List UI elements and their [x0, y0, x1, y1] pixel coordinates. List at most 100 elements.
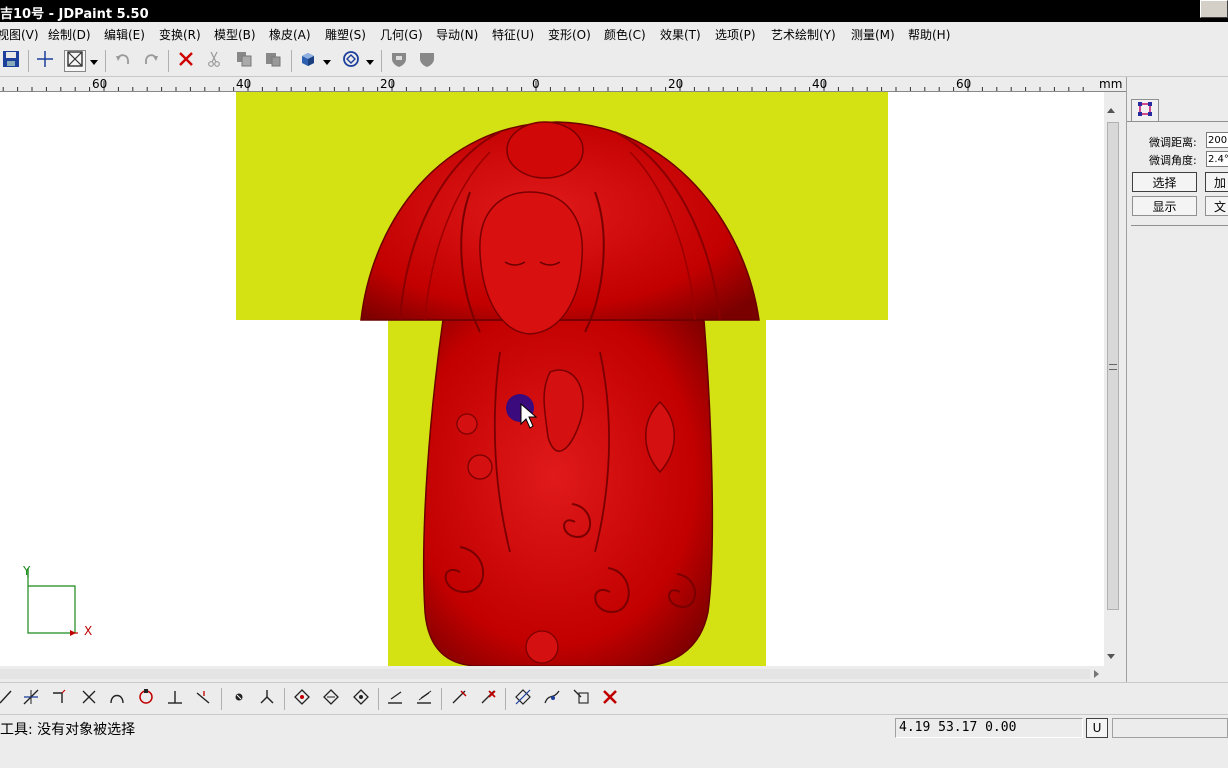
copy-button[interactable]	[233, 50, 255, 72]
line-tool-button[interactable]	[0, 688, 16, 710]
zoom-dropdown-button[interactable]	[88, 50, 100, 72]
cut-button[interactable]	[203, 50, 225, 72]
fine-angle-input[interactable]	[1206, 151, 1228, 167]
shield-left-button[interactable]	[388, 50, 410, 72]
scroll-track[interactable]	[0, 669, 1090, 679]
ruler-label: 40	[236, 77, 252, 91]
zoom-window-button[interactable]	[64, 50, 86, 72]
menu-sculpt[interactable]: 雕塑(S)	[325, 26, 366, 43]
paste-icon	[264, 50, 282, 72]
menu-transform[interactable]: 变换(R)	[159, 26, 201, 43]
save-icon	[2, 50, 20, 72]
multi-offset-icon	[415, 688, 433, 710]
menu-options[interactable]: 选项(P)	[715, 26, 756, 43]
menu-art-draw[interactable]: 艺术绘制(Y)	[771, 26, 836, 43]
diamond-tool-1-button[interactable]	[291, 688, 313, 710]
save-button[interactable]	[0, 50, 22, 72]
rotate-view-button[interactable]	[340, 50, 362, 72]
arc-tool-button[interactable]	[106, 688, 128, 710]
delete-x-icon	[177, 50, 195, 72]
show-button[interactable]: 显示	[1132, 196, 1197, 216]
status-extra-field	[1112, 718, 1228, 738]
drawing-canvas[interactable]: Y X	[0, 92, 1104, 666]
branch-tool-button[interactable]	[256, 688, 278, 710]
menu-model[interactable]: 模型(B)	[214, 26, 256, 43]
menu-guide[interactable]: 导动(N)	[436, 26, 478, 43]
cross-trim-button[interactable]	[78, 688, 100, 710]
scroll-down-arrow-icon[interactable]	[1107, 654, 1115, 659]
shield-right-button[interactable]	[416, 50, 438, 72]
menu-measure[interactable]: 测量(M)	[851, 26, 895, 43]
relief-model-view	[27, 92, 888, 666]
toolbar-separator	[291, 50, 292, 72]
offset-icon	[386, 688, 404, 710]
diamond-tool-3-button[interactable]	[350, 688, 372, 710]
menu-edit[interactable]: 编辑(E)	[104, 26, 145, 43]
menu-deform[interactable]: 变形(O)	[548, 26, 591, 43]
rotate-dropdown-button[interactable]	[364, 50, 376, 72]
diamond-tool-2-button[interactable]	[320, 688, 342, 710]
edit-text-tool-button[interactable]	[570, 688, 592, 710]
status-bar: 工具: 没有对象被选择 4.19 53.17 0.00 U	[0, 714, 1228, 768]
panel-tab[interactable]	[1131, 99, 1159, 121]
axis-y-label: Y	[23, 564, 31, 578]
view-3d-button[interactable]	[297, 50, 319, 72]
node-icon	[230, 688, 248, 710]
scroll-thumb-grip-icon	[1109, 364, 1117, 370]
horizontal-scrollbar[interactable]	[0, 666, 1104, 682]
main-toolbar	[0, 44, 1228, 77]
coordinate-readout: 4.19 53.17 0.00	[895, 718, 1083, 738]
menu-effect[interactable]: 效果(T)	[660, 26, 701, 43]
menu-view[interactable]: 视图(V)	[0, 26, 39, 43]
delete-node-button[interactable]	[599, 688, 621, 710]
window-restore-button[interactable]	[1200, 0, 1228, 18]
menu-feature[interactable]: 特征(U)	[492, 26, 534, 43]
node-tool-button[interactable]	[228, 688, 250, 710]
offset-tool-button[interactable]	[384, 688, 406, 710]
redo-button[interactable]	[140, 50, 162, 72]
add-button[interactable]: 加	[1205, 172, 1228, 192]
join-tool-button[interactable]	[512, 688, 534, 710]
trim-tool-button[interactable]	[20, 688, 42, 710]
break-all-tool-button[interactable]	[477, 688, 499, 710]
text-button[interactable]: 文	[1205, 196, 1228, 216]
menu-draw[interactable]: 绘制(D)	[48, 26, 91, 43]
toolbar-separator	[441, 688, 442, 710]
view-dropdown-button[interactable]	[321, 50, 333, 72]
add-button-label: 加	[1213, 175, 1226, 190]
menu-geometry[interactable]: 几何(G)	[380, 26, 423, 43]
dropdown-arrow-icon	[366, 52, 374, 70]
circle-tool-button[interactable]	[135, 688, 157, 710]
paste-button[interactable]	[262, 50, 284, 72]
corner-tool-button[interactable]	[48, 688, 70, 710]
menu-help[interactable]: 帮助(H)	[908, 26, 950, 43]
panel-divider	[1127, 121, 1228, 122]
fine-distance-input[interactable]	[1206, 132, 1228, 148]
toolbar-separator	[168, 50, 169, 72]
scroll-up-arrow-icon[interactable]	[1107, 108, 1115, 113]
menu-eraser[interactable]: 橡皮(A)	[269, 26, 311, 43]
scroll-right-arrow-icon[interactable]	[1094, 670, 1099, 678]
unit-toggle-button[interactable]: U	[1086, 718, 1108, 738]
ruler-label: 20	[668, 77, 684, 91]
perpendicular-tool-button[interactable]	[164, 688, 186, 710]
menu-color[interactable]: 颜色(C)	[604, 26, 646, 43]
undo-button[interactable]	[112, 50, 134, 72]
axis-indicator	[27, 568, 78, 636]
diamond-nodes-icon	[322, 688, 340, 710]
join-icon	[514, 688, 532, 710]
snap-crosshair-button[interactable]	[34, 50, 56, 72]
multi-offset-tool-button[interactable]	[413, 688, 435, 710]
circle-icon	[137, 688, 155, 710]
shield-icon	[418, 50, 436, 72]
vertical-scrollbar[interactable]	[1104, 92, 1122, 666]
select-nodes-icon	[1138, 102, 1152, 119]
relief-pearl-2	[467, 454, 493, 480]
extend-tool-button[interactable]	[192, 688, 214, 710]
line-icon	[0, 688, 14, 710]
select-button[interactable]: 选择	[1132, 172, 1197, 192]
text-button-label: 文	[1213, 199, 1226, 214]
smooth-tool-button[interactable]	[541, 688, 563, 710]
delete-button[interactable]	[175, 50, 197, 72]
break-tool-button[interactable]	[448, 688, 470, 710]
